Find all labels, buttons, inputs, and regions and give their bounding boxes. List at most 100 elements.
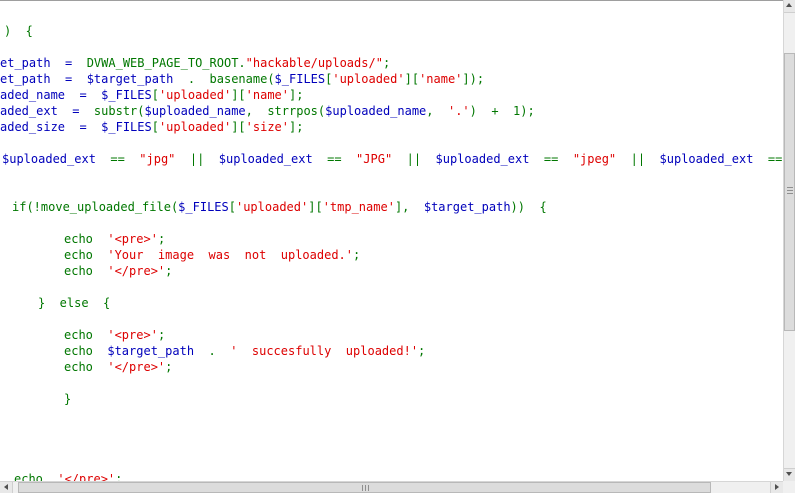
code-token: == <box>767 152 783 166</box>
code-token: ; <box>157 232 166 246</box>
code-line: aded_size = $_FILES['uploaded']['size']; <box>0 119 303 135</box>
code-token: || <box>616 152 660 166</box>
variable-token: $uploaded_name <box>144 104 246 118</box>
code-token: == <box>110 152 140 166</box>
grip-line <box>365 485 366 491</box>
code-line: et_path = DVWA_WEB_PAGE_TO_ROOT."hackabl… <box>0 55 390 71</box>
string-token: "jpeg" <box>572 152 617 166</box>
code-token: . <box>238 56 246 70</box>
code-token: ) + 1); <box>469 104 535 118</box>
code-token: [ <box>151 88 159 102</box>
code-line: echo '</pre>'; <box>64 263 172 279</box>
scroll-left-button[interactable] <box>0 482 13 493</box>
string-token: 'name' <box>245 88 290 102</box>
string-token: 'tmp_name' <box>322 200 395 214</box>
code-token: ]; <box>289 120 304 134</box>
string-token: 'size' <box>245 120 290 134</box>
code-token: . <box>208 344 231 358</box>
variable-token: $uploaded_ext <box>2 152 111 166</box>
code-line: echo '</pre>'; <box>64 359 172 375</box>
code-line: echo '<pre>'; <box>64 327 165 343</box>
code-token: DVWA_WEB_PAGE_TO_ROOT <box>86 56 239 70</box>
grip-line <box>362 485 363 491</box>
code-token: ; <box>115 472 123 481</box>
string-token: ' succesfully uploaded!' <box>230 344 419 358</box>
variable-token: $uploaded_ext <box>218 152 328 166</box>
code-line: aded_name = $_FILES['uploaded']['name']; <box>0 87 303 103</box>
vertical-scrollbar[interactable] <box>783 0 795 481</box>
code-line: $uploaded_ext == "jpg" || $uploaded_ext … <box>2 151 783 167</box>
string-token: '<pre>' <box>107 328 158 342</box>
string-token: 'Your image was not uploaded.' <box>107 248 353 262</box>
horizontal-scroll-thumb[interactable] <box>18 482 711 493</box>
variable-token: $_FILES <box>178 200 229 214</box>
code-token: ][ <box>231 120 246 134</box>
code-token: ][ <box>404 72 420 86</box>
string-token: 'uploaded' <box>235 200 309 214</box>
code-token: echo <box>14 472 58 481</box>
code-token: } else { <box>38 296 111 310</box>
variable-token: $uploaded_name <box>325 104 427 118</box>
scroll-up-button[interactable] <box>784 0 795 13</box>
code-token: echo <box>64 248 108 262</box>
code-line: echo '</pre>'; <box>14 471 122 481</box>
code-token: ; <box>382 56 391 70</box>
grip-line <box>787 190 793 191</box>
variable-token: et_path = $target_path <box>0 72 188 86</box>
code-token: || <box>175 152 219 166</box>
variable-token: $uploaded_ext <box>659 152 768 166</box>
code-line: echo 'Your image was not uploaded.'; <box>64 247 360 263</box>
scroll-right-button[interactable] <box>770 482 783 493</box>
horizontal-scrollbar[interactable] <box>0 481 783 493</box>
code-line: } else { <box>38 295 110 311</box>
code-token: [ <box>151 120 159 134</box>
variable-token: et_path = <box>0 56 87 70</box>
variable-token: $uploaded_ext <box>435 152 544 166</box>
string-token: '</pre>' <box>107 264 166 278</box>
code-token: == <box>327 152 357 166</box>
code-token: . basename( <box>187 72 275 86</box>
grip-line <box>368 485 369 491</box>
code-token: ; <box>353 248 361 262</box>
code-token: )) { <box>510 200 547 214</box>
code-token: echo <box>64 328 108 342</box>
scroll-down-button[interactable] <box>784 468 795 481</box>
variable-token: aded_ext = <box>0 104 94 118</box>
code-line: } <box>64 391 71 407</box>
scrollbar-corner <box>783 481 795 493</box>
arrow-left-icon <box>4 484 8 490</box>
code-token: || <box>392 152 436 166</box>
code-token: if(!move_uploaded_file( <box>12 200 179 214</box>
variable-token: $_FILES <box>274 72 326 86</box>
grip-line <box>787 193 793 194</box>
code-token: == <box>543 152 573 166</box>
code-token: ; <box>165 264 173 278</box>
string-token: 'uploaded' <box>158 88 232 102</box>
code-token: } <box>64 392 72 406</box>
string-token: 'uploaded' <box>158 120 232 134</box>
code-token: ; <box>157 328 166 342</box>
code-line: if(!move_uploaded_file($_FILES['uploaded… <box>12 199 547 215</box>
code-token: ], <box>394 200 424 214</box>
grip-line <box>787 187 793 188</box>
code-line: echo $target_path . ' succesfully upload… <box>64 343 425 359</box>
variable-token: aded_name = $_FILES <box>0 88 152 102</box>
code-token: substr( <box>93 104 145 118</box>
string-token: "JPG" <box>356 152 393 166</box>
vertical-scroll-thumb[interactable] <box>784 53 795 331</box>
code-token: ; <box>165 360 173 374</box>
code-line: ) { <box>4 23 33 39</box>
code-token: , <box>426 104 448 118</box>
code-token: ][ <box>308 200 323 214</box>
code-line: echo '<pre>'; <box>64 231 165 247</box>
arrow-up-icon <box>786 3 792 7</box>
code-line: aded_ext = substr($uploaded_name, strrpo… <box>0 103 535 119</box>
string-token: 'name' <box>419 72 463 86</box>
code-token: ]); <box>462 72 485 86</box>
code-token: echo <box>64 264 108 278</box>
code-token: ) { <box>4 24 33 38</box>
string-token: '</pre>' <box>57 472 116 481</box>
string-token: "hackable/uploads/" <box>245 56 383 70</box>
code-token: echo <box>64 360 108 374</box>
string-token: "jpg" <box>139 152 176 166</box>
